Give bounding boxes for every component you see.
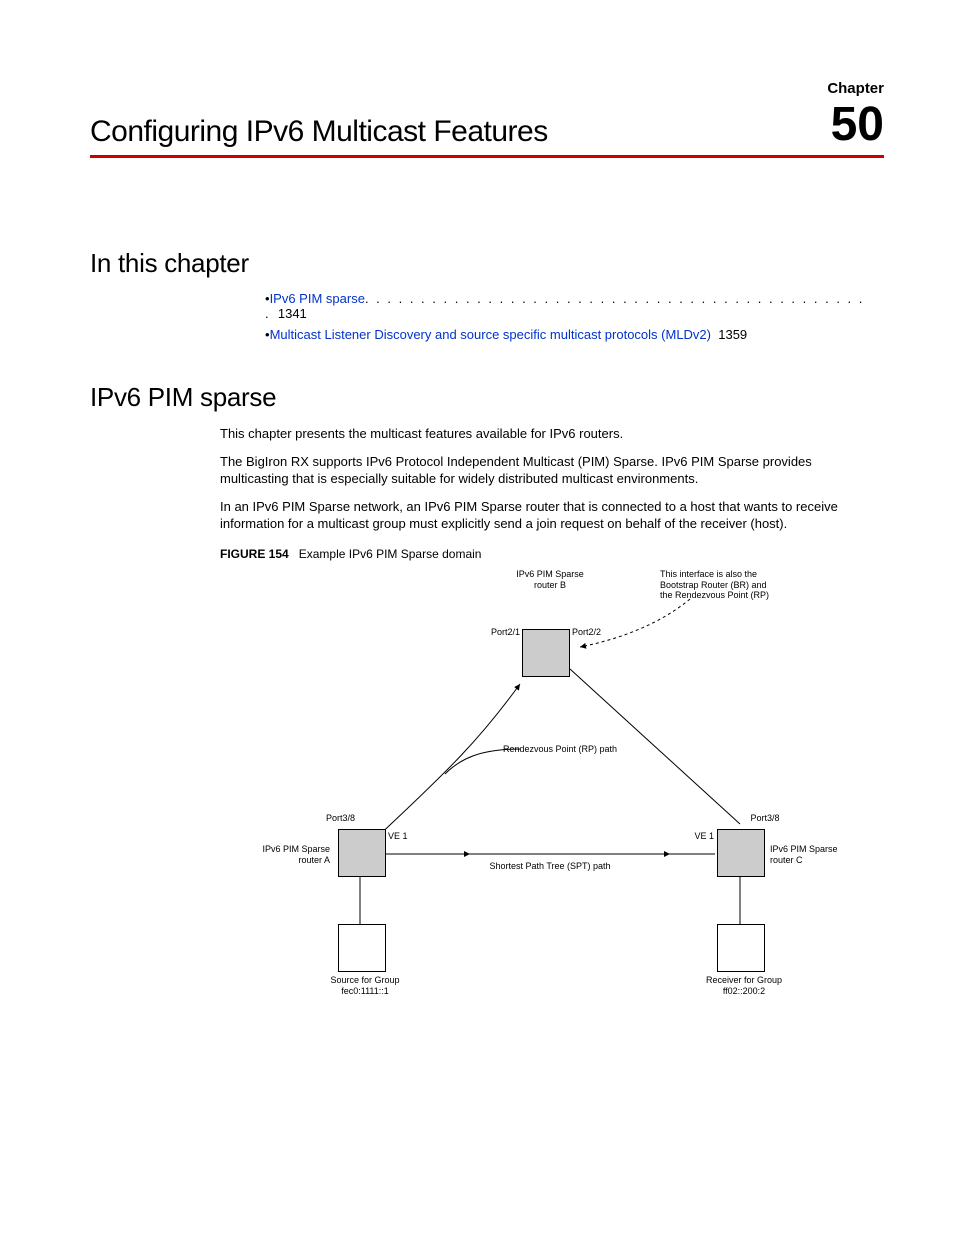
source-host-icon bbox=[338, 924, 386, 972]
figure-title: Example IPv6 PIM Sparse domain bbox=[299, 547, 482, 561]
toc-page-2: 1359 bbox=[718, 327, 747, 342]
label-router-b: IPv6 PIM Sparserouter B bbox=[505, 569, 595, 591]
chapter-number: 50 bbox=[831, 101, 884, 149]
label-port38a: Port3/8 bbox=[315, 813, 355, 824]
paragraph-2: The BigIron RX supports IPv6 Protocol In… bbox=[220, 453, 874, 488]
label-spt: Shortest Path Tree (SPT) path bbox=[470, 861, 630, 872]
label-ve1a: VE 1 bbox=[388, 831, 408, 842]
toc-page-1: 1341 bbox=[278, 306, 307, 321]
router-c-icon bbox=[717, 829, 765, 877]
receiver-host-icon bbox=[717, 924, 765, 972]
figure-label: FIGURE 154 bbox=[220, 547, 289, 561]
label-router-a: IPv6 PIM Sparserouter A bbox=[240, 844, 330, 866]
paragraph-1: This chapter presents the multicast feat… bbox=[220, 425, 874, 443]
label-port38c: Port3/8 bbox=[745, 813, 785, 824]
toc-link-ipv6-pim-sparse[interactable]: IPv6 PIM sparse bbox=[270, 291, 365, 306]
section-in-this-chapter: In this chapter bbox=[90, 248, 884, 279]
chapter-header: Chapter Configuring IPv6 Multicast Featu… bbox=[90, 80, 884, 158]
page-title: Configuring IPv6 Multicast Features bbox=[90, 115, 548, 149]
figure-diagram: IPv6 PIM Sparserouter B Port2/1 Port2/2 … bbox=[220, 569, 860, 1009]
toc: •IPv6 PIM sparse. . . . . . . . . . . . … bbox=[265, 291, 884, 342]
label-ve1c: VE 1 bbox=[690, 831, 714, 842]
router-b-icon bbox=[522, 629, 570, 677]
toc-row-2: •Multicast Listener Discovery and source… bbox=[265, 327, 884, 342]
section-ipv6-pim-sparse: IPv6 PIM sparse bbox=[90, 382, 884, 413]
label-source: Source for Groupfec0:1111::1 bbox=[315, 975, 415, 997]
label-port21: Port2/1 bbox=[484, 627, 520, 638]
label-receiver: Receiver for Groupff02::200:2 bbox=[694, 975, 794, 997]
label-port22: Port2/2 bbox=[572, 627, 601, 638]
label-router-c: IPv6 PIM Sparserouter C bbox=[770, 844, 860, 866]
toc-link-mldv2[interactable]: Multicast Listener Discovery and source … bbox=[270, 327, 711, 342]
body-text: This chapter presents the multicast feat… bbox=[220, 425, 874, 533]
router-a-icon bbox=[338, 829, 386, 877]
figure-caption: FIGURE 154 Example IPv6 PIM Sparse domai… bbox=[220, 547, 884, 561]
label-rp-path: Rendezvous Point (RP) path bbox=[480, 744, 640, 755]
toc-row-1: •IPv6 PIM sparse. . . . . . . . . . . . … bbox=[265, 291, 884, 321]
label-br-rp: This interface is also theBootstrap Rout… bbox=[660, 569, 800, 601]
chapter-label: Chapter bbox=[90, 80, 884, 97]
paragraph-3: In an IPv6 PIM Sparse network, an IPv6 P… bbox=[220, 498, 874, 533]
